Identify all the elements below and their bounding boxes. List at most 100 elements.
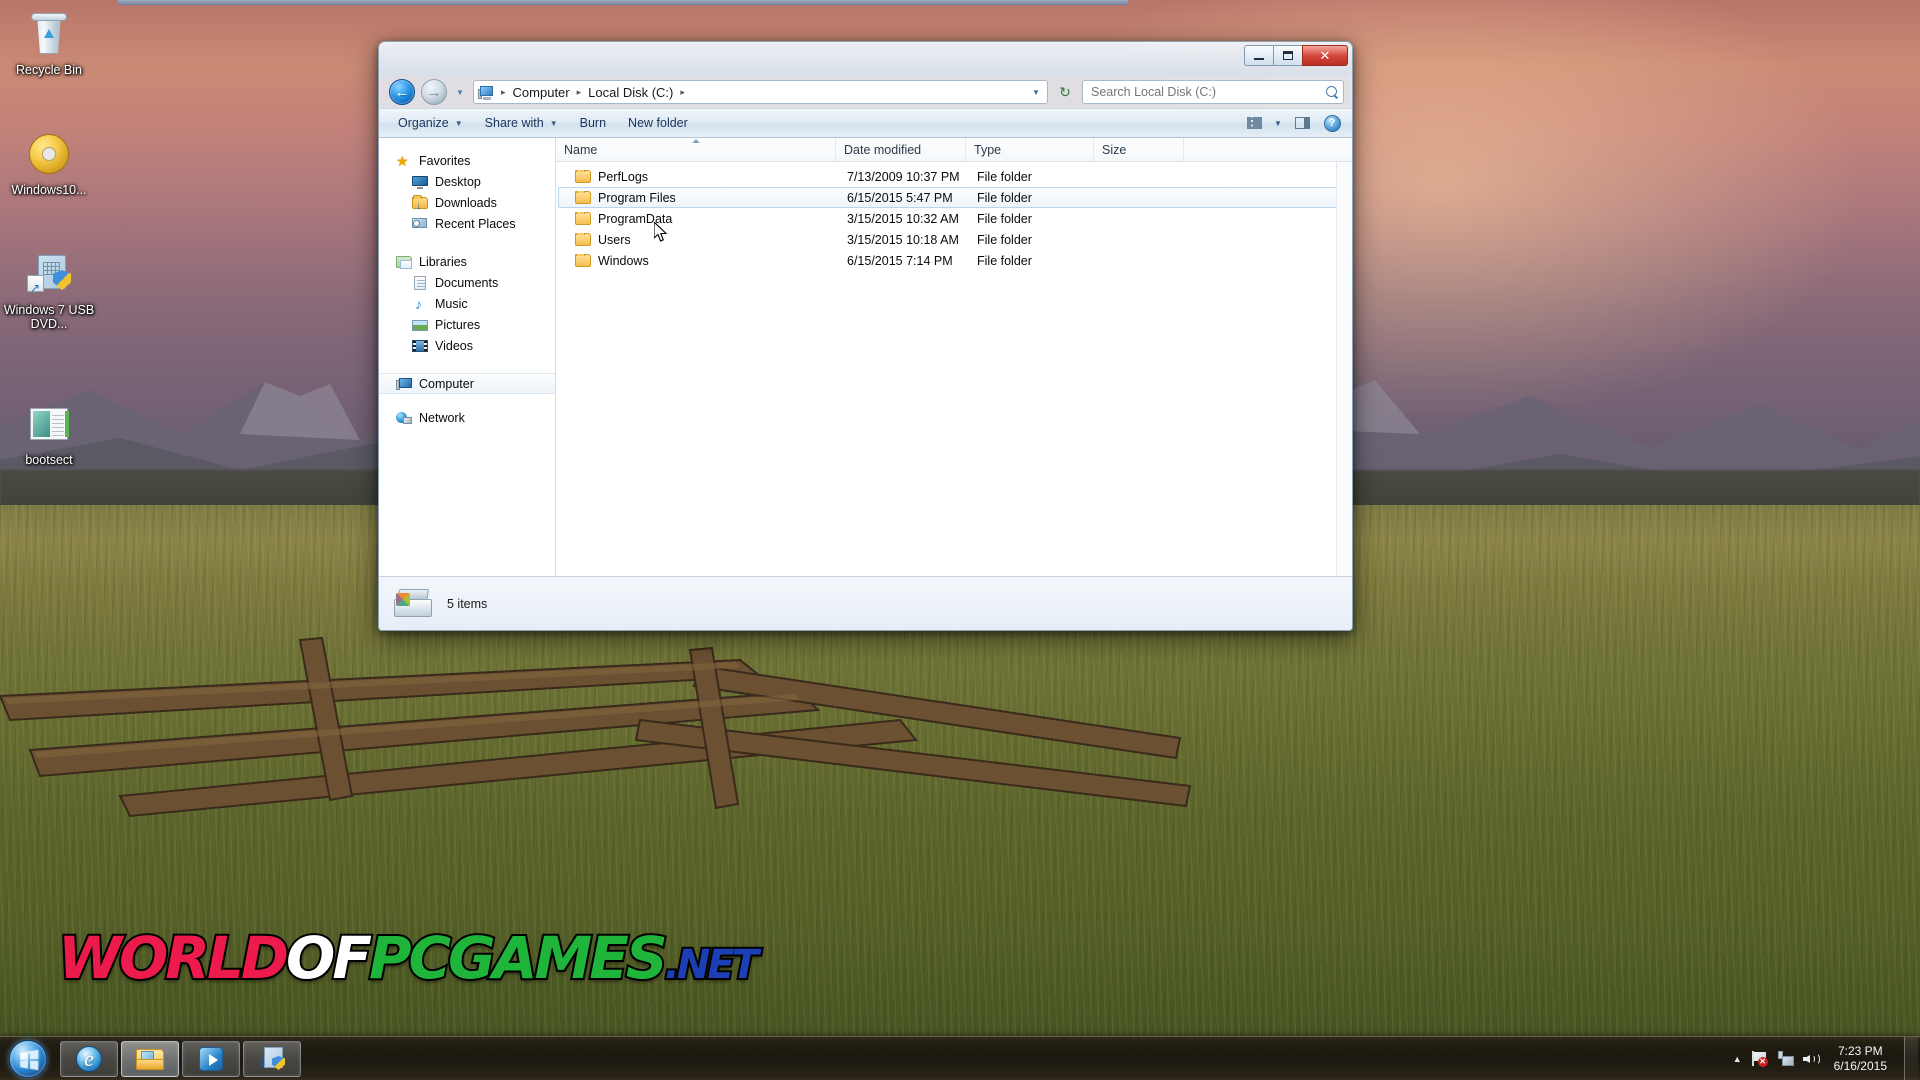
windows7-usb-dvd-tool-icon: ↗ [25,250,73,298]
burn-button[interactable]: Burn [569,112,617,134]
breadcrumb-local-disk[interactable]: Local Disk (C:) [585,83,676,102]
show-desktop-button[interactable] [1904,1037,1918,1080]
column-header-size[interactable]: Size [1094,138,1184,161]
preview-pane-button[interactable] [1288,112,1316,134]
desktop-icon-bootsect[interactable]: bootsect [0,400,98,467]
new-folder-button[interactable]: New folder [617,112,699,134]
sidebar-item-computer[interactable]: Computer [379,373,555,394]
pictures-icon [412,317,428,333]
taskbar-button-internet-explorer[interactable] [60,1040,118,1077]
taskbar-buttons: ↓ [60,1040,301,1077]
close-button[interactable]: ✕ [1302,45,1348,66]
table-row[interactable]: Windows 6/15/2015 7:14 PM File folder [558,250,1350,271]
refresh-button[interactable]: ↻ [1054,80,1076,104]
desktop-icon-label: Windows 7 USB DVD... [3,303,95,331]
desktop-icon-windows10-iso[interactable]: Windows10... [0,130,98,197]
file-list-area[interactable]: Name Date modified Type Size PerfLogs 7/… [556,138,1352,576]
recent-places-icon [412,216,428,232]
sidebar-item-favorites[interactable]: ★ Favorites [379,150,555,171]
sidebar-label: Desktop [435,174,481,189]
network-tray-icon[interactable] [1777,1051,1794,1066]
address-bar[interactable]: ▸ Computer ▸ Local Disk (C:) ▸ ▼ [473,80,1048,104]
watermark-part-2: OF [284,922,374,994]
address-dropdown-icon[interactable]: ▼ [1027,88,1045,97]
organize-button[interactable]: Organize ▼ [387,112,474,134]
view-dropdown-button[interactable]: ▼ [1270,112,1286,134]
taskbar-button-download-tool[interactable]: ↓ [243,1040,301,1077]
desktop-icon-windows7-usb-dvd-tool[interactable]: ↗ Windows 7 USB DVD... [0,250,98,331]
column-header-date-modified[interactable]: Date modified [836,138,966,161]
column-header-name[interactable]: Name [556,138,836,161]
back-button[interactable]: ← [389,79,415,105]
search-input[interactable] [1091,85,1325,99]
recycle-bin-icon [25,10,73,58]
recent-locations-dropdown[interactable]: ▼ [453,79,467,105]
vertical-scrollbar[interactable] [1336,162,1352,576]
wooden-fence [0,600,1200,820]
sidebar-item-videos[interactable]: Videos [379,335,555,356]
documents-icon [412,275,428,291]
table-row[interactable]: Program Files 6/15/2015 5:47 PM File fol… [558,187,1350,208]
search-box[interactable] [1082,80,1344,104]
sidebar-item-recent-places[interactable]: Recent Places [379,213,555,234]
show-hidden-icons-button[interactable]: ▲ [1733,1054,1742,1064]
maximize-button[interactable] [1273,45,1302,66]
windows-explorer-icon [136,1047,164,1070]
row-name-cell: Users [559,232,839,247]
minimize-button[interactable] [1244,45,1273,66]
sidebar-label: Favorites [419,153,471,168]
sidebar-item-pictures[interactable]: Pictures [379,314,555,335]
sidebar-item-desktop[interactable]: Desktop [379,171,555,192]
chevron-down-icon: ▼ [454,118,463,128]
column-label: Date modified [844,142,922,157]
table-row[interactable]: Users 3/15/2015 10:18 AM File folder [558,229,1350,250]
row-name-cell: PerfLogs [559,169,839,184]
desktop-background[interactable]: Recycle Bin Windows10... ↗ Windows 7 USB… [0,0,1920,1080]
sidebar-item-network[interactable]: Network [379,407,555,428]
sidebar-label: Network [419,410,465,425]
search-icon[interactable] [1325,85,1339,99]
taskbar-button-media-player[interactable] [182,1040,240,1077]
volume-icon[interactable] [1802,1051,1821,1067]
folder-icon [575,211,591,225]
breadcrumb-computer[interactable]: Computer [510,83,573,102]
help-button[interactable]: ? [1318,112,1346,134]
favorites-star-icon: ★ [396,152,409,169]
file-name: Users [598,232,631,247]
sidebar-item-downloads[interactable]: ↓ Downloads [379,192,555,213]
sidebar-label: Recent Places [435,216,516,231]
change-view-button[interactable] [1240,112,1268,134]
taskbar[interactable]: ↓ ▲ ✕ 7:23 PM 6/16/2015 [0,1036,1920,1080]
desktop-icon-recycle-bin[interactable]: Recycle Bin [0,10,98,77]
sidebar-item-libraries[interactable]: Libraries [379,251,555,272]
table-row[interactable]: PerfLogs 7/13/2009 10:37 PM File folder [558,166,1350,187]
window-body: ★ Favorites Desktop ↓ Downloads Recent P… [379,138,1352,576]
system-tray: ▲ ✕ 7:23 PM 6/16/2015 [1733,1037,1920,1080]
new-folder-label: New folder [628,116,688,130]
row-type-cell: File folder [977,169,1032,184]
downloads-folder-icon: ↓ [412,194,428,211]
forward-button[interactable]: → [421,79,447,105]
row-date-cell: 6/15/2015 5:47 PM [847,190,953,205]
taskbar-button-windows-explorer[interactable] [121,1040,179,1077]
address-bar-row: ← → ▼ ▸ Computer ▸ Local Disk (C:) ▸ ▼ ↻ [379,76,1352,108]
folder-icon [575,169,591,183]
site-watermark: WORLDOFPCGAMES.NET [56,922,761,994]
navigation-pane[interactable]: ★ Favorites Desktop ↓ Downloads Recent P… [379,138,556,576]
start-button[interactable] [2,1038,54,1080]
clock[interactable]: 7:23 PM 6/16/2015 [1830,1044,1895,1074]
window-title-bar[interactable]: ✕ [379,42,1352,76]
action-center-flag-icon[interactable]: ✕ [1751,1050,1768,1067]
table-row[interactable]: ProgramData 3/15/2015 10:32 AM File fold… [558,208,1350,229]
sidebar-item-documents[interactable]: Documents [379,272,555,293]
share-with-button[interactable]: Share with ▼ [474,112,569,134]
chevron-down-icon: ▼ [1274,118,1282,128]
desktop-icon-label: bootsect [25,453,73,467]
windows-explorer-window[interactable]: ✕ ← → ▼ ▸ Computer ▸ Local Disk (C:) ▸ ▼… [378,41,1353,631]
row-type-cell: File folder [977,253,1032,268]
column-header-type[interactable]: Type [966,138,1094,161]
music-icon: ♪ [415,295,422,312]
chevron-down-icon: ▼ [549,118,558,128]
sidebar-item-music[interactable]: ♪ Music [379,293,555,314]
